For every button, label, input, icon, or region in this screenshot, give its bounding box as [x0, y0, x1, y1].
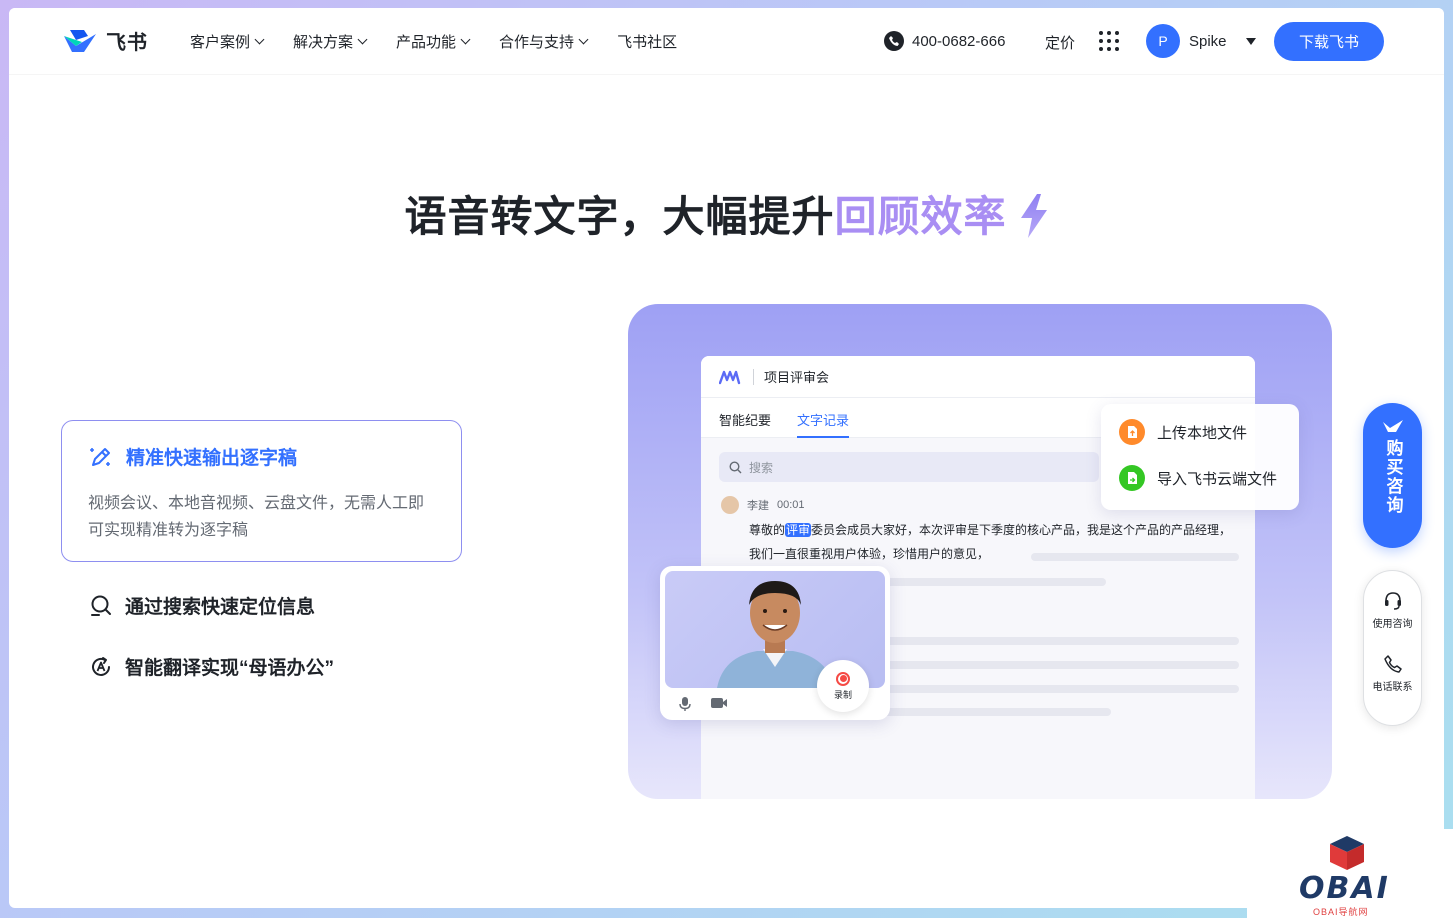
usage-consult-label: 使用咨询: [1372, 619, 1413, 630]
import-cloud-label: 导入飞书云端文件: [1157, 470, 1278, 488]
menu-label: 客户案例: [190, 34, 251, 51]
doc-header: 项目评审会: [701, 356, 1255, 398]
feature-title-row: 精准快速输出逐字稿: [88, 443, 435, 470]
chevron-down-icon: [357, 34, 368, 45]
minutes-logo-icon: [719, 370, 741, 384]
feature-title: 通过搜索快速定位信息: [125, 597, 316, 618]
top-nav: 飞书 客户案例 解决方案 产品功能 合作与支持 飞书社区 400-0682-66…: [9, 8, 1444, 74]
watermark: OBAI OBAI导航网: [1247, 829, 1453, 918]
transcript-part: 尊敬的: [749, 523, 786, 537]
transcript-search-input[interactable]: 搜索: [719, 452, 1099, 482]
upload-popover: 上传本地文件 导入飞书云端文件: [1101, 404, 1299, 510]
speaker-info: 李建 00:01: [721, 496, 805, 514]
watermark-text: OBAI: [1299, 871, 1390, 906]
download-button[interactable]: 下载飞书: [1274, 22, 1384, 61]
upload-local-label: 上传本地文件: [1157, 424, 1248, 442]
title-main: 语音转文字，大幅提升: [404, 193, 835, 240]
record-icon: [836, 671, 850, 686]
upload-file-icon: [1119, 419, 1145, 445]
logo-text: 飞书: [106, 32, 148, 54]
caret-down-icon: [1245, 37, 1256, 45]
feature-translate[interactable]: 智能翻译实现“母语办公”: [89, 653, 334, 680]
mic-icon[interactable]: [678, 696, 692, 712]
speaker-time[interactable]: 00:01: [777, 499, 805, 511]
lightning-icon: [1020, 193, 1047, 238]
search-placeholder: 搜索: [749, 460, 774, 475]
speaker-avatar: [721, 496, 739, 514]
placeholder-line: [881, 637, 1239, 645]
phone-icon: [884, 31, 904, 51]
watermark-subtext: OBAI导航网: [1313, 907, 1369, 917]
search-icon: [729, 460, 742, 473]
menu-community[interactable]: 飞书社区: [617, 31, 677, 52]
title-highlight: 回顾效率: [834, 193, 1007, 240]
import-cloud-option[interactable]: 导入飞书云端文件: [1119, 464, 1299, 492]
tab-smart-minutes[interactable]: 智能纪要: [719, 410, 771, 438]
menu-label: 飞书社区: [617, 34, 678, 51]
feishu-bird-icon: [64, 29, 96, 52]
camera-icon[interactable]: [710, 696, 728, 710]
tab-transcript[interactable]: 文字记录: [797, 410, 850, 438]
phone-icon: [1383, 655, 1402, 673]
translate-icon: [92, 656, 110, 676]
phone-contact[interactable]: 400-0682-666: [884, 31, 1005, 51]
menu-partner-support[interactable]: 合作与支持: [499, 31, 589, 52]
demo-illustration: 项目评审会 智能纪要 文字记录 搜索 李建 00:01 尊敬的评审委员会成员大家…: [628, 304, 1332, 799]
feishu-logo[interactable]: 飞书: [62, 26, 148, 55]
feishu-bird-icon: [1382, 420, 1403, 432]
phone-contact-label: 电话联系: [1372, 682, 1413, 693]
pen-sparkle-icon: [90, 447, 110, 466]
speaker-name: 李建: [747, 500, 769, 512]
menu-customer-cases[interactable]: 客户案例: [190, 31, 265, 52]
phone-contact-button[interactable]: 电话联系: [1373, 654, 1413, 693]
video-preview-card: 录制: [660, 566, 890, 720]
feature-title: 精准快速输出逐字稿: [126, 448, 298, 469]
placeholder-line: [881, 578, 1106, 586]
feature-title: 智能翻译实现“母语办公”: [125, 658, 335, 679]
chevron-down-icon: [578, 34, 589, 45]
help-panel: 使用咨询 电话联系: [1363, 570, 1422, 726]
feature-search[interactable]: 通过搜索快速定位信息: [89, 592, 315, 619]
headset-icon: [1384, 592, 1401, 610]
apps-grid-icon[interactable]: [1099, 31, 1119, 51]
record-button[interactable]: 录制: [817, 660, 869, 712]
record-label: 录制: [833, 689, 852, 700]
search-highlight: 评审: [785, 523, 812, 537]
watermark-cube-logo: [1330, 836, 1364, 870]
chevron-down-icon: [460, 34, 471, 45]
placeholder-line: [881, 708, 1111, 716]
avatar: P: [1146, 24, 1180, 58]
placeholder-line: [1031, 553, 1239, 561]
user-menu[interactable]: P Spike: [1146, 24, 1256, 58]
user-name: Spike: [1189, 32, 1227, 50]
menu-label: 合作与支持: [499, 34, 575, 51]
menu-product-features[interactable]: 产品功能: [396, 31, 471, 52]
import-file-icon: [1119, 465, 1145, 491]
buy-consult-button[interactable]: 购买咨询: [1363, 403, 1422, 548]
browser-window: 飞书 客户案例 解决方案 产品功能 合作与支持 飞书社区 400-0682-66…: [9, 8, 1444, 908]
upload-local-option[interactable]: 上传本地文件: [1119, 418, 1299, 446]
menu-solutions[interactable]: 解决方案: [293, 31, 368, 52]
main-menu: 客户案例 解决方案 产品功能 合作与支持 飞书社区: [190, 31, 707, 52]
placeholder-line: [881, 661, 1239, 669]
feature-description: 视频会议、本地音视频、云盘文件，无需人工即可实现精准转为逐字稿: [88, 495, 425, 539]
placeholder-line: [881, 685, 1239, 693]
buy-consult-label: 购买咨询: [1383, 439, 1403, 515]
feature-card-active[interactable]: 精准快速输出逐字稿 视频会议、本地音视频、云盘文件，无需人工即可实现精准转为逐字…: [61, 420, 462, 562]
menu-label: 解决方案: [293, 34, 354, 51]
menu-label: 产品功能: [396, 34, 457, 51]
page-title: 语音转文字，大幅提升回顾效率: [9, 183, 1444, 244]
chevron-down-icon: [254, 34, 265, 45]
doc-title: 项目评审会: [764, 370, 830, 385]
pricing-link[interactable]: 定价: [1045, 32, 1075, 53]
phone-number: 400-0682-666: [912, 32, 1006, 50]
usage-consult-button[interactable]: 使用咨询: [1373, 589, 1413, 630]
search-icon: [91, 595, 111, 616]
